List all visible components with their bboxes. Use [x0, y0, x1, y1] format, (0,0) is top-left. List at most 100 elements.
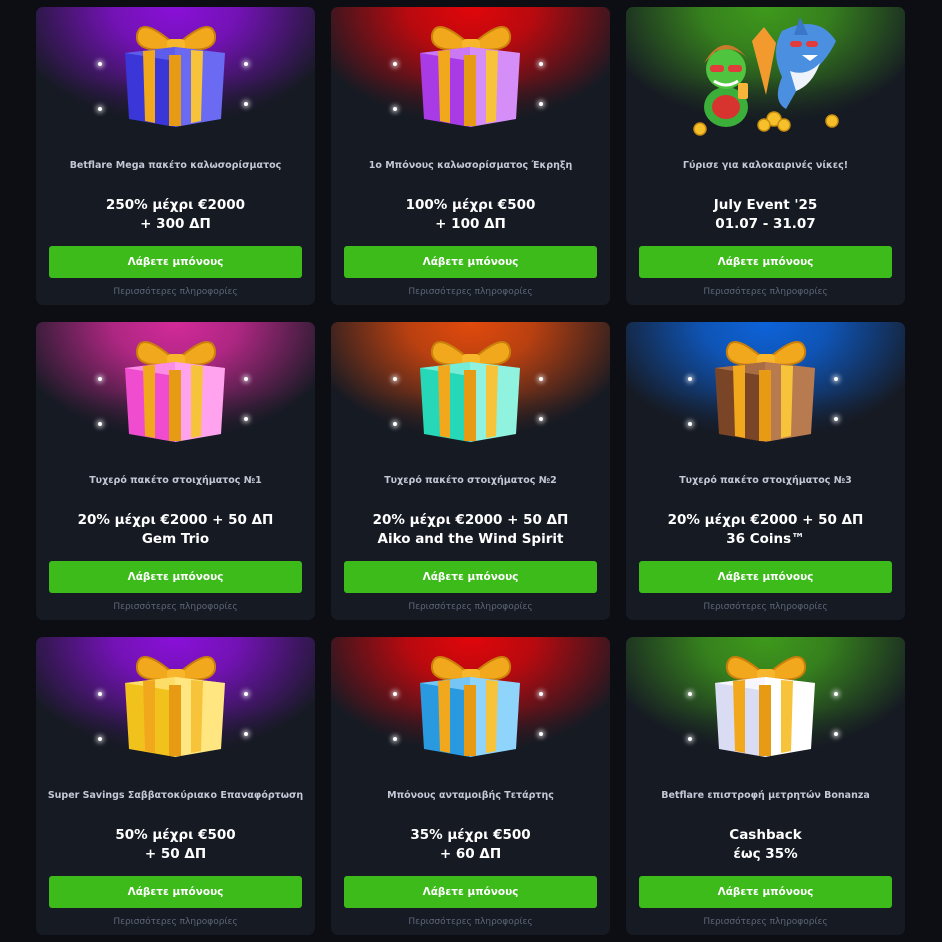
gift-box-icon: [124, 656, 225, 757]
promotions-grid: Betflare Mega πακέτο καλωσορίσματος 250% …: [36, 7, 905, 935]
get-bonus-button[interactable]: Λάβετε μπόνους: [344, 876, 597, 908]
sparkle-icon: [539, 692, 543, 696]
more-info-link[interactable]: Περισσότερες πληροφορίες: [703, 917, 827, 927]
get-bonus-button[interactable]: Λάβετε μπόνους: [49, 246, 302, 278]
promo-card: Μπόνους ανταμοιβής Τετάρτης 35% μέχρι €50…: [331, 637, 610, 935]
sparkle-icon: [539, 732, 543, 736]
get-bonus-button[interactable]: Λάβετε μπόνους: [344, 561, 597, 593]
sparkle-icon: [834, 732, 838, 736]
more-info-link[interactable]: Περισσότερες πληροφορίες: [408, 602, 532, 612]
sparkle-icon: [244, 417, 248, 421]
more-info-link[interactable]: Περισσότερες πληροφορίες: [113, 287, 237, 297]
sparkle-icon: [98, 422, 102, 426]
gift-box-icon: [419, 26, 520, 127]
promo-card: Super Savings Σαββατοκύριακο Επαναφόρτωσ…: [36, 637, 315, 935]
sparkle-icon: [834, 692, 838, 696]
promo-subtitle: Τυχερό πακέτο στοιχήματος №1: [89, 475, 262, 486]
gift-box-icon: [419, 341, 520, 442]
promo-banner: [626, 7, 905, 147]
promo-card: Τυχερό πακέτο στοιχήματος №2 20% μέχρι €2…: [331, 322, 610, 620]
promo-offer-detail: έως 35%: [733, 846, 798, 862]
sparkle-icon: [244, 692, 248, 696]
promo-offer-line: 20% μέχρι €2000 + 50 ΔΠ: [77, 512, 274, 528]
sparkle-icon: [688, 692, 692, 696]
promo-offer-detail: + 300 ΔΠ: [140, 216, 211, 232]
promo-banner: [36, 7, 315, 147]
promo-offer-detail: + 100 ΔΠ: [435, 216, 506, 232]
more-info-link[interactable]: Περισσότερες πληροφορίες: [408, 287, 532, 297]
more-info-link[interactable]: Περισσότερες πληροφορίες: [113, 917, 237, 927]
promo-subtitle: Betflare Mega πακέτο καλωσορίσματος: [69, 160, 282, 171]
get-bonus-button[interactable]: Λάβετε μπόνους: [49, 561, 302, 593]
promo-headline: 20% μέχρι €2000 + 50 ΔΠ 36 Coins™: [668, 511, 864, 549]
sparkle-icon: [834, 417, 838, 421]
get-bonus-button[interactable]: Λάβετε μπόνους: [639, 876, 892, 908]
sparkle-icon: [98, 62, 102, 66]
promo-subtitle: 1ο Μπόνους καλωσορίσματος Έκρηξη: [368, 160, 573, 171]
promo-card: Τυχερό πακέτο στοιχήματος №1 20% μέχρι €2…: [36, 322, 315, 620]
promo-offer-detail: 01.07 - 31.07: [715, 216, 816, 232]
promo-banner: [626, 637, 905, 777]
promo-banner: [331, 7, 610, 147]
promo-banner: [36, 322, 315, 462]
get-bonus-button[interactable]: Λάβετε μπόνους: [639, 561, 892, 593]
promo-banner: [626, 322, 905, 462]
sparkle-icon: [244, 732, 248, 736]
promo-offer-line: 35% μέχρι €500: [410, 827, 531, 843]
promo-subtitle: Betflare επιστροφή μετρητών Bonanza: [661, 790, 870, 801]
gift-box-icon: [419, 656, 520, 757]
sparkle-icon: [393, 62, 397, 66]
sparkle-icon: [98, 107, 102, 111]
promo-card: Betflare Mega πακέτο καλωσορίσματος 250% …: [36, 7, 315, 305]
promo-offer-line: 100% μέχρι €500: [405, 197, 536, 213]
promo-headline: 250% μέχρι €2000 + 300 ΔΠ: [106, 196, 245, 234]
promo-headline: July Event '25 01.07 - 31.07: [714, 196, 818, 234]
promo-offer-line: 50% μέχρι €500: [115, 827, 236, 843]
sparkle-icon: [539, 377, 543, 381]
promo-offer-line: Cashback: [729, 827, 802, 843]
sparkle-icon: [393, 377, 397, 381]
sparkle-icon: [688, 422, 692, 426]
get-bonus-button[interactable]: Λάβετε μπόνους: [344, 246, 597, 278]
sparkle-icon: [539, 102, 543, 106]
promo-offer-line: 20% μέχρι €2000 + 50 ΔΠ: [372, 512, 569, 528]
get-bonus-button[interactable]: Λάβετε μπόνους: [49, 876, 302, 908]
sparkle-icon: [393, 737, 397, 741]
sparkle-icon: [834, 377, 838, 381]
get-bonus-button[interactable]: Λάβετε μπόνους: [639, 246, 892, 278]
more-info-link[interactable]: Περισσότερες πληροφορίες: [408, 917, 532, 927]
sparkle-icon: [393, 107, 397, 111]
promo-card: 1ο Μπόνους καλωσορίσματος Έκρηξη 100% μέχ…: [331, 7, 610, 305]
promo-offer-detail: + 60 ΔΠ: [439, 846, 502, 862]
promo-subtitle: Τυχερό πακέτο στοιχήματος №3: [679, 475, 852, 486]
promo-banner: [36, 637, 315, 777]
promo-headline: 100% μέχρι €500 + 100 ΔΠ: [406, 196, 536, 234]
promo-offer-line: July Event '25: [713, 197, 818, 213]
sparkle-icon: [98, 377, 102, 381]
promo-subtitle: Μπόνους ανταμοιβής Τετάρτης: [387, 790, 554, 801]
sparkle-icon: [244, 377, 248, 381]
promo-headline: Cashback έως 35%: [729, 826, 801, 864]
gift-box-icon: [124, 26, 225, 127]
more-info-link[interactable]: Περισσότερες πληροφορίες: [703, 287, 827, 297]
more-info-link[interactable]: Περισσότερες πληροφορίες: [703, 602, 827, 612]
sparkle-icon: [98, 692, 102, 696]
sparkle-icon: [393, 692, 397, 696]
promo-headline: 20% μέχρι €2000 + 50 ΔΠ Gem Trio: [78, 511, 274, 549]
promo-offer-detail: Gem Trio: [141, 531, 210, 547]
sparkle-icon: [393, 422, 397, 426]
promo-card: Τυχερό πακέτο στοιχήματος №3 20% μέχρι €2…: [626, 322, 905, 620]
promo-headline: 20% μέχρι €2000 + 50 ΔΠ Aiko and the Wind…: [373, 511, 569, 549]
sparkle-icon: [244, 102, 248, 106]
gift-box-icon: [124, 341, 225, 442]
promo-offer-detail: 36 Coins™: [726, 531, 805, 547]
sparkle-icon: [539, 417, 543, 421]
sparkle-icon: [688, 737, 692, 741]
gift-box-icon: [714, 656, 815, 757]
summer-event-illustration: [692, 17, 839, 136]
promo-offer-detail: + 50 ΔΠ: [144, 846, 207, 862]
more-info-link[interactable]: Περισσότερες πληροφορίες: [113, 602, 237, 612]
sparkle-icon: [688, 377, 692, 381]
promo-subtitle: Γύρισε για καλοκαιρινές νίκες!: [682, 160, 849, 171]
promo-headline: 35% μέχρι €500 + 60 ΔΠ: [410, 826, 530, 864]
